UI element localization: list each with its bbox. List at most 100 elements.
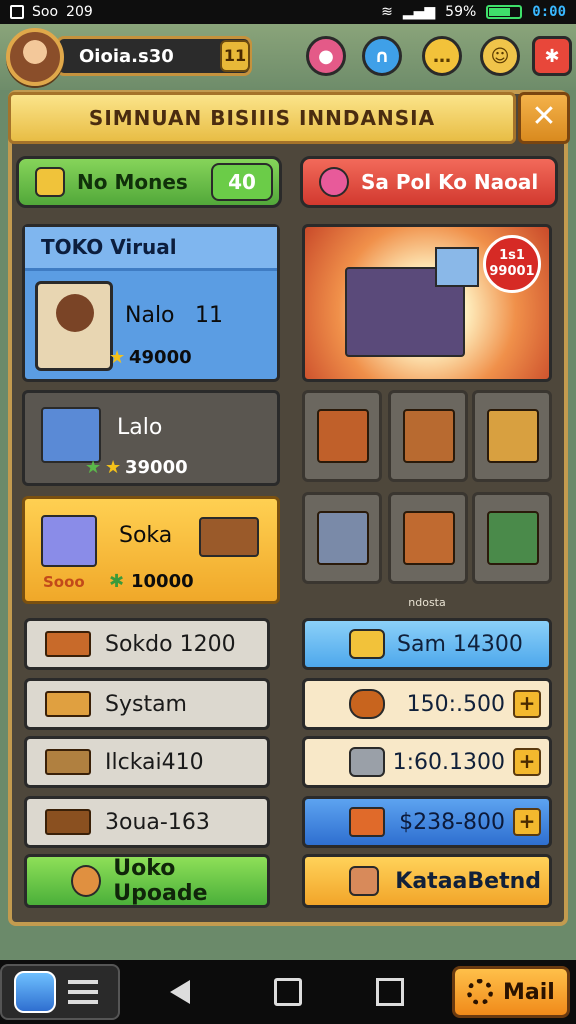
- grid-item-2[interactable]: [388, 390, 468, 482]
- item-price: 10000: [131, 571, 194, 592]
- row-label: 1:60.1300: [392, 749, 505, 775]
- crate-icon: [45, 631, 91, 657]
- star-icon: ★: [105, 457, 122, 478]
- wifi-icon: ≋: [381, 4, 393, 20]
- tab-no-mones[interactable]: No Mones 40: [16, 156, 282, 208]
- catalog-button[interactable]: KataaBetnd: [302, 854, 552, 908]
- panel-title: SIMNUAN BISIIIS INNDANSIA: [8, 92, 516, 144]
- right-row-2[interactable]: 150:.500 +: [302, 678, 552, 730]
- tray-icon: [199, 517, 259, 557]
- money-add-button[interactable]: 11: [220, 40, 250, 72]
- notification-icon: [10, 5, 24, 19]
- close-button[interactable]: ✕: [518, 92, 570, 144]
- chat-icon[interactable]: …: [422, 36, 462, 76]
- box-icon: [45, 691, 91, 717]
- tab-label: No Mones: [77, 170, 188, 194]
- canister-icon: [317, 511, 369, 565]
- coin-icon: [71, 865, 102, 897]
- gear-icon: [467, 979, 493, 1005]
- right-row-3[interactable]: 1:60.1300 +: [302, 736, 552, 788]
- crate-icon: [317, 409, 369, 463]
- money-value: Oioia.s30: [79, 46, 174, 67]
- recent-apps-icon[interactable]: [376, 978, 404, 1006]
- bottom-nav: Mail: [0, 960, 576, 1024]
- sale-badge-line2: 99001: [489, 264, 535, 279]
- battery-icon: [486, 5, 523, 19]
- right-row-4[interactable]: $238-800 +: [302, 796, 552, 848]
- stool-icon: [45, 809, 91, 835]
- profile-icon[interactable]: ☺: [480, 36, 520, 76]
- cart-icon: [349, 807, 385, 837]
- catalog-label: KataaBetnd: [395, 868, 541, 894]
- item-price: 39000: [125, 457, 188, 478]
- green-box-icon: [487, 511, 539, 565]
- right-row-1[interactable]: Sam 14300: [302, 618, 552, 670]
- item-card-soka[interactable]: Soka Sooo ✱ 10000: [22, 496, 280, 604]
- menu-icon[interactable]: [68, 980, 98, 1004]
- log-icon: [349, 689, 385, 719]
- produce-crate-icon: [403, 511, 455, 565]
- leaf-icon: ✱: [109, 571, 125, 592]
- home-icon[interactable]: [274, 978, 302, 1006]
- upgrade-label: Uoko Upoade: [113, 856, 208, 906]
- featured-name: Nalo: [125, 303, 175, 328]
- grid-item-3[interactable]: [472, 390, 552, 482]
- featured-price: 49000: [129, 347, 192, 368]
- star-icon: ★: [109, 347, 126, 368]
- box-icon: [487, 409, 539, 463]
- status-left-number: 209: [66, 4, 93, 20]
- upgrade-button[interactable]: Uoko Upoade: [24, 854, 270, 908]
- row-label: 150:.500: [406, 691, 505, 717]
- grid-caption: ndosta: [408, 596, 446, 609]
- grid-item-6[interactable]: [472, 492, 552, 584]
- shopkeeper-portrait: [35, 281, 113, 371]
- shop-scene-image: 1s1 99001: [302, 224, 552, 382]
- box-icon: [403, 409, 455, 463]
- game-menu[interactable]: [0, 964, 120, 1020]
- back-icon[interactable]: [170, 980, 190, 1004]
- top-bar: Oioia.s30 11 ● ∩ … ☺ ✱: [0, 24, 576, 90]
- featured-level: 11: [195, 303, 223, 328]
- settings-icon[interactable]: ✱: [532, 36, 572, 76]
- add-button[interactable]: +: [513, 690, 541, 718]
- mail-button[interactable]: Mail: [452, 966, 570, 1018]
- clock: 0:00: [532, 4, 566, 20]
- shield-icon[interactable]: [14, 971, 56, 1013]
- monitor-icon: [435, 247, 479, 287]
- package-icon: [349, 866, 380, 896]
- location-pin-icon[interactable]: ●: [306, 36, 346, 76]
- shop-row-3[interactable]: Ilckai410: [24, 736, 270, 788]
- player-avatar[interactable]: [6, 28, 64, 86]
- box-icon: [41, 407, 101, 463]
- status-bar: Soo 209 ≋ ▂▄▆ 59% 0:00: [0, 0, 576, 24]
- featured-card[interactable]: TOKO Virual Nalo 11 ★ 49000: [22, 224, 280, 382]
- shop-row-2[interactable]: Systam: [24, 678, 270, 730]
- grid-item-1[interactable]: [302, 390, 382, 482]
- row-label: 3oua-163: [105, 809, 210, 835]
- row-label: Sam 14300: [397, 631, 523, 657]
- row-label: Ilckai410: [105, 749, 204, 775]
- battery-percent: 59%: [445, 4, 477, 20]
- add-button[interactable]: +: [513, 748, 541, 776]
- sale-badge: 1s1 99001: [483, 235, 541, 293]
- item-name: Soka: [119, 523, 173, 548]
- tab-sa-pol-ko[interactable]: Sa Pol Ko Naoal: [300, 156, 558, 208]
- tab-badge: 40: [211, 163, 273, 201]
- can-icon: [349, 747, 385, 777]
- shop-row-1[interactable]: Sokdo 1200: [24, 618, 270, 670]
- row-label: $238-800: [399, 809, 505, 835]
- mail-label: Mail: [503, 979, 555, 1005]
- money-bag-icon: [349, 629, 385, 659]
- grid-item-5[interactable]: [388, 492, 468, 584]
- item-extra: Sooo: [43, 573, 85, 591]
- grid-item-4[interactable]: [302, 492, 382, 584]
- money-bag-icon: [35, 167, 65, 197]
- add-button[interactable]: +: [513, 808, 541, 836]
- row-label: Systam: [105, 691, 187, 717]
- status-left-text: Soo: [32, 4, 59, 20]
- tab-label: Sa Pol Ko Naoal: [361, 170, 539, 194]
- item-card-lalo[interactable]: Lalo ★ ★ 39000: [22, 390, 280, 486]
- magnet-icon[interactable]: ∩: [362, 36, 402, 76]
- meat-icon: [319, 167, 349, 197]
- shop-row-4[interactable]: 3oua-163: [24, 796, 270, 848]
